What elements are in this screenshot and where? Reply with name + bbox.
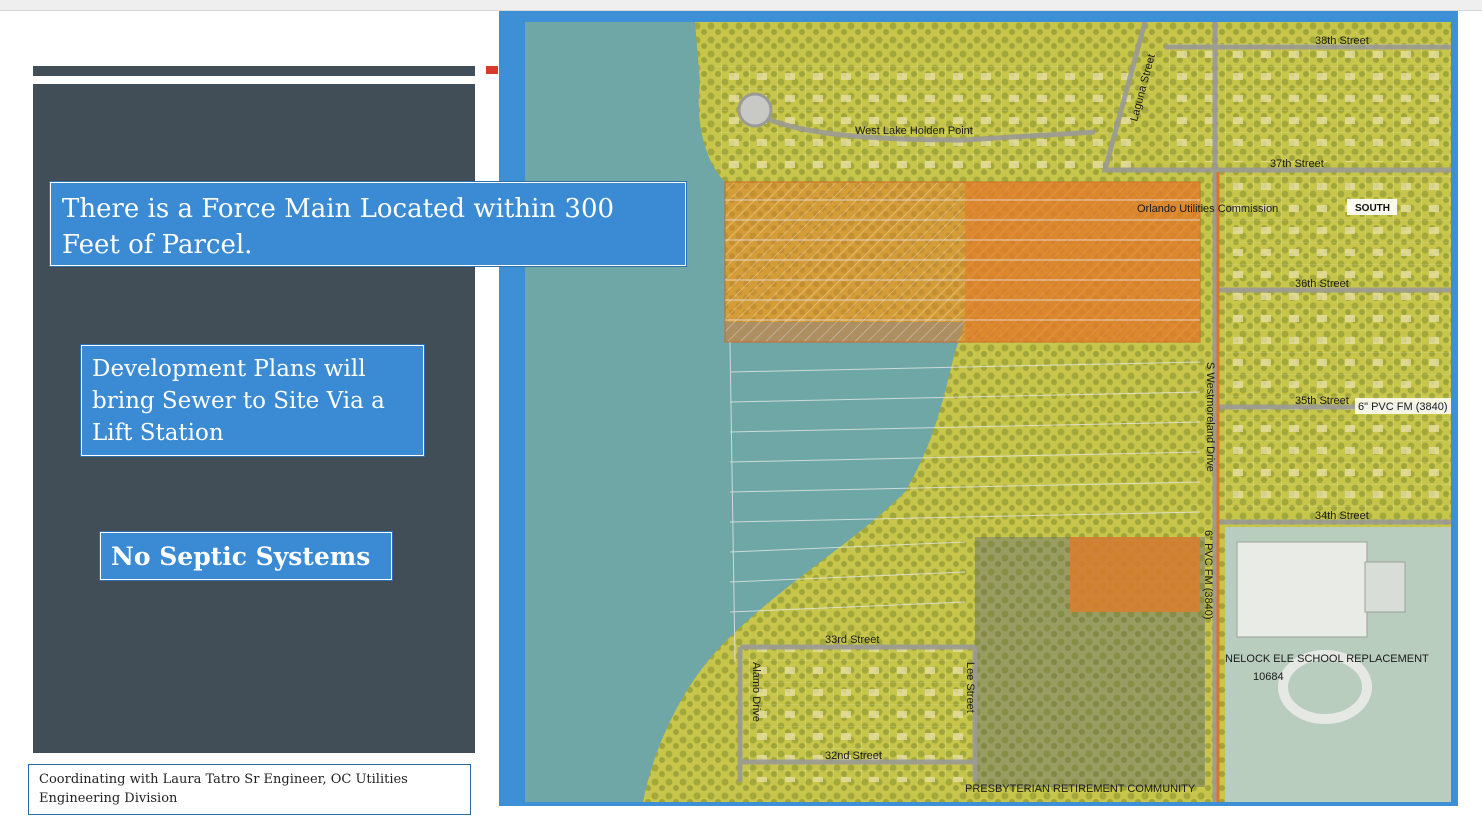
window-top-strip: [0, 0, 1482, 11]
label-school-code: 10684: [1253, 671, 1284, 683]
red-accent-mark: [486, 66, 498, 74]
lots-northeast: [1165, 42, 1451, 162]
lots-east-1: [1225, 172, 1451, 282]
label-south: SOUTH: [1355, 203, 1390, 214]
lots-east-2: [1225, 290, 1451, 400]
development-plans-text: Development Plans will bring Sewer to Si…: [92, 356, 385, 446]
aerial-map: 38th Street 37th Street 36th Street 35th…: [525, 22, 1451, 802]
label-38th-street: 38th Street: [1315, 35, 1369, 47]
label-34th-street: 34th Street: [1315, 510, 1369, 522]
label-orlando-utilities: Orlando Utilities Commission: [1137, 203, 1278, 215]
label-37th-street: 37th Street: [1270, 158, 1324, 170]
lots-north: [715, 62, 1135, 172]
orange-parcel-south: [1070, 537, 1200, 612]
label-pvc-fm-vertical: 6" PVC FM (3840): [1202, 530, 1214, 620]
title-accent-bar: [33, 66, 475, 76]
right-margin: [1458, 11, 1482, 806]
footnote-text: Coordinating with Laura Tatro Sr Enginee…: [39, 772, 408, 806]
footnote-box: Coordinating with Laura Tatro Sr Enginee…: [28, 764, 471, 815]
force-main-callout: There is a Force Main Located within 300…: [49, 181, 687, 267]
label-school: NELOCK ELE SCHOOL REPLACEMENT: [1225, 653, 1429, 665]
label-retirement: PRESBYTERIAN RETIREMENT COMMUNITY: [965, 783, 1196, 795]
label-pvc-fm-east: 6" PVC FM (3840): [1358, 401, 1448, 413]
label-westmoreland-drive: S Westmoreland Drive: [1204, 362, 1216, 472]
lots-east-3: [1225, 407, 1451, 512]
cul-de-sac: [737, 92, 773, 128]
label-32nd-street: 32nd Street: [825, 750, 882, 762]
label-35th-street: 35th Street: [1295, 395, 1349, 407]
label-alamo-drive: Alamo Drive: [750, 662, 762, 722]
label-33rd-street: 33rd Street: [825, 634, 879, 646]
label-36th-street: 36th Street: [1295, 278, 1349, 290]
label-west-lake-holden-point: West Lake Holden Point: [855, 125, 973, 137]
force-main-text: There is a Force Main Located within 300…: [62, 194, 615, 260]
aerial-map-frame: 38th Street 37th Street 36th Street 35th…: [499, 11, 1458, 806]
development-plans-callout: Development Plans will bring Sewer to Si…: [80, 344, 425, 457]
no-septic-text: No Septic Systems: [111, 542, 371, 571]
no-septic-callout: No Septic Systems: [99, 531, 393, 581]
label-lee-street: Lee Street: [964, 662, 976, 713]
school-building: [1236, 541, 1368, 638]
